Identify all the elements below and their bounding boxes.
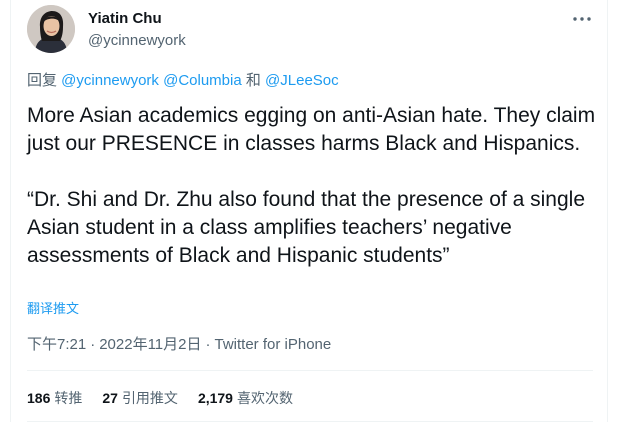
avatar[interactable] [27, 5, 75, 53]
separator: · [205, 336, 211, 353]
divider [27, 370, 593, 371]
mention-link[interactable]: @JLeeSoc [265, 72, 339, 89]
more-dots-icon [573, 17, 591, 21]
tweet-date[interactable]: 2022年11月2日 [99, 336, 201, 353]
mention-link[interactable]: @ycinnewyork [61, 72, 159, 89]
author-info: Yiatin Chu @ycinnewyork [88, 9, 186, 51]
tweet-metadata: 下午7:21 · 2022年11月2日 · Twitter for iPhone [27, 335, 331, 355]
more-options-button[interactable] [571, 10, 593, 28]
user-handle[interactable]: @ycinnewyork [88, 31, 186, 51]
tweet-source[interactable]: Twitter for iPhone [215, 336, 332, 353]
tweet-paragraph: “Dr. Shi and Dr. Zhu also found that the… [27, 188, 585, 267]
tweet-stats: 186 转推 27 引用推文 2,179 喜欢次数 [27, 388, 293, 408]
mention-link[interactable]: @Columbia [163, 72, 242, 89]
tweet-card: Yiatin Chu @ycinnewyork 回复 @ycinnewyork … [10, 0, 608, 422]
retweets-stat[interactable]: 186 转推 [27, 388, 82, 408]
like-count: 2,179 [197, 390, 233, 406]
likes-stat[interactable]: 2,179 喜欢次数 [198, 388, 293, 408]
quotes-stat[interactable]: 27 引用推文 [102, 388, 178, 408]
tweet-paragraph: More Asian academics egging on anti-Asia… [27, 104, 596, 155]
profile-photo-icon [27, 5, 75, 53]
like-label: 喜欢次数 [236, 390, 293, 406]
retweet-label: 转推 [54, 390, 83, 406]
separator: · [90, 336, 96, 353]
reply-joiner: 和 [241, 72, 266, 89]
retweet-count: 186 [27, 390, 51, 406]
quote-label: 引用推文 [121, 390, 178, 406]
quote-count: 27 [102, 390, 118, 406]
tweet-time[interactable]: 下午7:21 [27, 336, 86, 353]
reply-prefix: 回复 [27, 72, 62, 89]
reply-context: 回复 @ycinnewyork @Columbia 和 @JLeeSoc [27, 71, 339, 91]
tweet-text: More Asian academics egging on anti-Asia… [27, 102, 597, 270]
display-name[interactable]: Yiatin Chu [88, 9, 186, 29]
translate-tweet-link[interactable]: 翻译推文 [27, 300, 79, 318]
